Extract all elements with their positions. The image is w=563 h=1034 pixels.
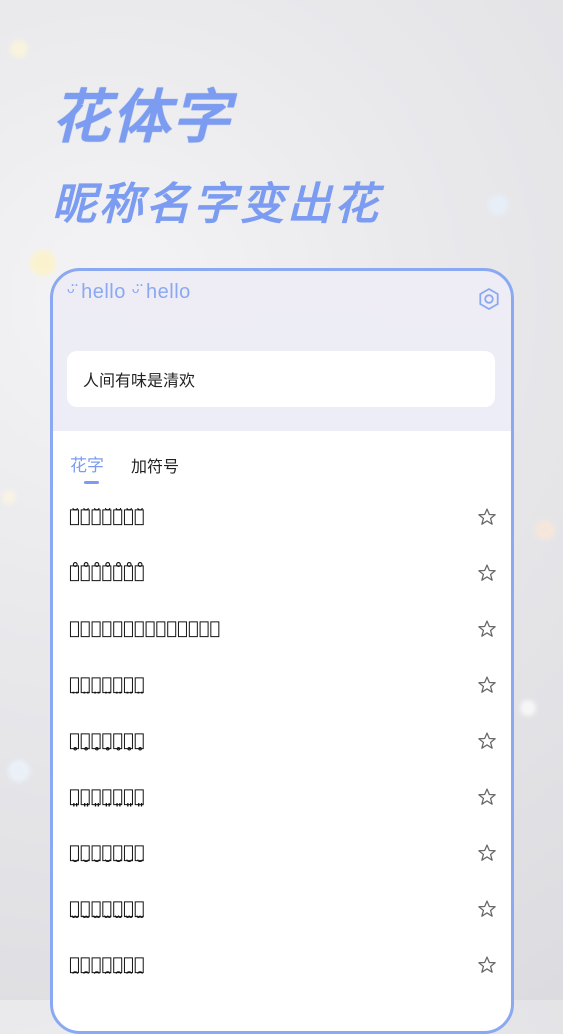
star-icon[interactable] bbox=[477, 619, 497, 639]
result-list: 人̆间̆有̆味̆是̆清̆欢̆ 人̊间̊有̊味̊是̊清̊欢̊ 人ͦ间ͦ有ͦ味ͦ是ͦ… bbox=[53, 489, 511, 993]
star-icon[interactable] bbox=[477, 899, 497, 919]
result-text: 人̯间̯有̯味̯是̯清̯欢̯ bbox=[69, 954, 145, 975]
bokeh-light bbox=[520, 700, 536, 716]
bokeh-light bbox=[8, 760, 30, 782]
result-text: 人̫间̫有̫味̫是̫清̫欢̫ bbox=[69, 898, 145, 919]
hero-subtitle: 昵称名字变出花 bbox=[52, 179, 381, 230]
result-text: 人̮间̮有̮味̮是̮清̮欢̮ bbox=[69, 842, 145, 863]
star-icon[interactable] bbox=[477, 955, 497, 975]
star-icon[interactable] bbox=[477, 843, 497, 863]
star-icon[interactable] bbox=[477, 563, 497, 583]
list-item[interactable]: 人̯间̯有̯味̯是̯清̯欢̯ bbox=[53, 937, 511, 993]
hero-title: 花体字 bbox=[52, 83, 233, 151]
list-item[interactable]: 人̊间̊有̊味̊是̊清̊欢̊ bbox=[53, 545, 511, 601]
star-icon[interactable] bbox=[477, 507, 497, 527]
settings-icon[interactable] bbox=[477, 287, 501, 311]
result-text: 人̊间̊有̊味̊是̊清̊欢̊ bbox=[69, 562, 145, 583]
star-icon[interactable] bbox=[477, 787, 497, 807]
result-text: 人̥间̥有̥味̥是̥清̥欢̥ bbox=[69, 730, 145, 751]
result-text: 人ͦ间ͦ有ͦ味ͦ是ͦ清ͦ欢ͦ bbox=[69, 618, 221, 639]
result-text: 人͈间͈有͈味͈是͈清͈欢͈ bbox=[69, 786, 145, 807]
list-item[interactable]: 人̫间̫有̫味̫是̫清̫欢̫ bbox=[53, 881, 511, 937]
star-icon[interactable] bbox=[477, 675, 497, 695]
list-item[interactable]: 人̮间̮有̮味̮是̮清̮欢̮ bbox=[53, 825, 511, 881]
bokeh-light bbox=[2, 490, 16, 504]
tab-add-symbols[interactable]: 加符号 bbox=[131, 453, 179, 477]
list-item[interactable]: 人ͦ间ͦ有ͦ味ͦ是ͦ清ͦ欢ͦ bbox=[53, 601, 511, 657]
list-item[interactable]: 人͈间͈有͈味͈是͈清͈欢͈ bbox=[53, 769, 511, 825]
result-text: 人̆间̆有̆味̆是̆清̆欢̆ bbox=[69, 506, 145, 527]
list-item[interactable]: 人̆间̆有̆味̆是̆清̆欢̆ bbox=[53, 489, 511, 545]
app-brand: ᵕ̈ hello ᵕ̈ hello bbox=[67, 281, 191, 303]
active-tab-indicator bbox=[84, 481, 99, 484]
list-item[interactable]: 人̤间̤有̤味̤是̤清̤欢̤ bbox=[53, 657, 511, 713]
star-icon[interactable] bbox=[477, 731, 497, 751]
list-item[interactable]: 人̥间̥有̥味̥是̥清̥欢̥ bbox=[53, 713, 511, 769]
bokeh-light bbox=[535, 520, 555, 540]
text-input[interactable]: 人间有味是清欢 bbox=[67, 351, 495, 407]
tab-bar: 花字 加符号 bbox=[53, 437, 511, 487]
tab-fancy-text[interactable]: 花字 bbox=[70, 451, 104, 476]
result-text: 人̤间̤有̤味̤是̤清̤欢̤ bbox=[69, 674, 145, 695]
bokeh-light bbox=[488, 195, 508, 215]
app-mockup: ᵕ̈ hello ᵕ̈ hello 人间有味是清欢 花字 加符号 人̆间̆有̆味… bbox=[50, 268, 514, 1034]
bokeh-light bbox=[10, 40, 28, 58]
